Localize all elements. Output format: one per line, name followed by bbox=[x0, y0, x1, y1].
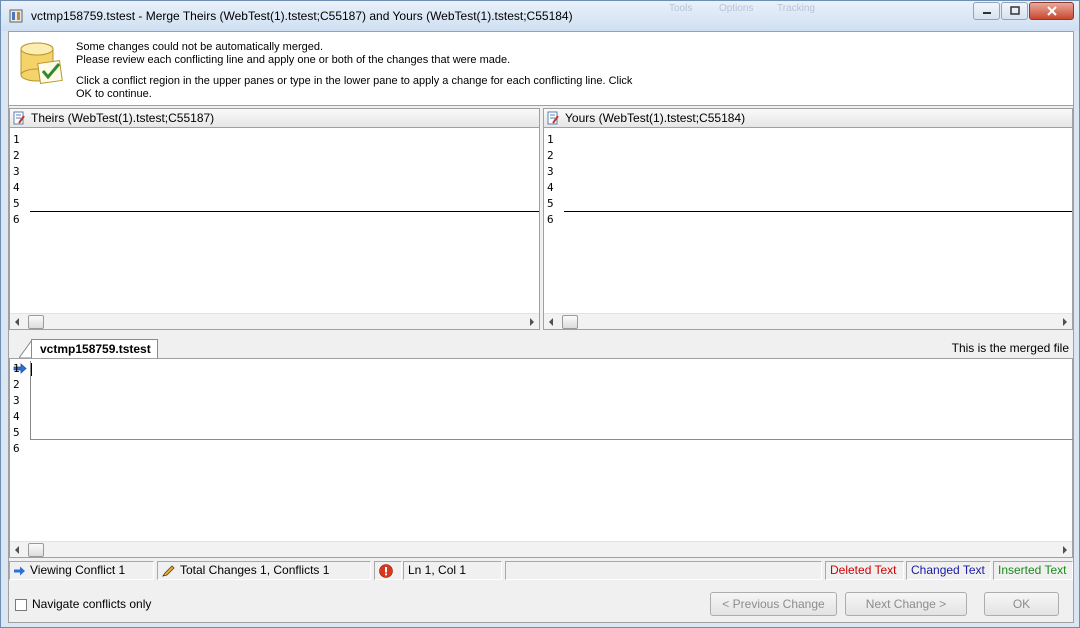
merged-horizontal-scrollbar[interactable] bbox=[10, 541, 1072, 557]
line-number: 4 bbox=[547, 181, 554, 194]
info-panel: Some changes could not be automatically … bbox=[9, 32, 1073, 106]
document-edit-icon bbox=[13, 111, 25, 125]
info-line: Click a conflict region in the upper pan… bbox=[76, 75, 633, 100]
legend-changed-text: Changed Text bbox=[911, 563, 985, 577]
legend-deleted-text: Deleted Text bbox=[830, 563, 897, 577]
legend-changed: Changed Text bbox=[906, 561, 991, 580]
conflict-marker[interactable] bbox=[30, 211, 539, 212]
app-icon bbox=[9, 9, 23, 23]
next-change-button[interactable]: Next Change > bbox=[845, 592, 967, 616]
close-button[interactable] bbox=[1029, 2, 1074, 20]
theirs-title: Theirs (WebTest(1).tstest;C55187) bbox=[31, 111, 215, 125]
scroll-left-icon[interactable] bbox=[15, 546, 19, 554]
pencil-icon bbox=[162, 565, 175, 577]
scroll-left-icon[interactable] bbox=[15, 318, 19, 326]
theirs-line-numbers: 1 2 3 4 5 6 bbox=[13, 132, 20, 228]
legend-inserted: Inserted Text bbox=[993, 561, 1073, 580]
line-number: 3 bbox=[547, 165, 554, 178]
dialog-client: Some changes could not be automatically … bbox=[8, 31, 1074, 623]
database-check-icon bbox=[20, 42, 63, 84]
line-number: 2 bbox=[13, 378, 20, 391]
info-line: Please review each conflicting line and … bbox=[76, 54, 511, 66]
merged-file-label: This is the merged file bbox=[951, 341, 1069, 355]
arrow-right-icon bbox=[14, 566, 25, 576]
maximize-button[interactable] bbox=[1001, 2, 1028, 20]
scroll-thumb[interactable] bbox=[562, 315, 578, 329]
close-icon bbox=[1046, 6, 1057, 16]
line-number: 2 bbox=[13, 149, 20, 162]
merged-line-numbers: 1 2 3 4 5 6 bbox=[13, 361, 20, 457]
info-message: Some changes could not be automatically … bbox=[76, 41, 636, 101]
conflict-region[interactable] bbox=[30, 361, 1073, 440]
scroll-left-icon[interactable] bbox=[549, 318, 553, 326]
line-number: 5 bbox=[547, 197, 554, 210]
totals-status: Total Changes 1, Conflicts 1 bbox=[157, 561, 371, 580]
previous-change-button[interactable]: < Previous Change bbox=[710, 592, 837, 616]
yours-header: Yours (WebTest(1).tstest;C55184) bbox=[544, 109, 1072, 128]
line-number: 5 bbox=[13, 426, 20, 439]
error-icon bbox=[379, 564, 393, 578]
merged-editor[interactable]: 1 2 3 4 5 6 bbox=[9, 358, 1073, 558]
background-menu-item: Options bbox=[719, 3, 754, 14]
viewing-text: Viewing Conflict 1 bbox=[30, 563, 126, 577]
line-number: 1 bbox=[13, 362, 20, 375]
navigate-conflicts-label[interactable]: Navigate conflicts only bbox=[32, 597, 151, 611]
line-number: 3 bbox=[13, 394, 20, 407]
line-number: 6 bbox=[13, 442, 20, 455]
text-caret bbox=[31, 363, 32, 376]
line-number: 1 bbox=[547, 133, 554, 146]
scroll-thumb[interactable] bbox=[28, 315, 44, 329]
maximize-icon bbox=[1009, 6, 1020, 15]
line-number: 3 bbox=[13, 165, 20, 178]
theirs-header: Theirs (WebTest(1).tstest;C55187) bbox=[10, 109, 539, 128]
window-title: vctmp158759.tstest - Merge Theirs (WebTe… bbox=[31, 9, 573, 23]
background-menu-item: Tracking bbox=[777, 3, 815, 14]
navigate-conflicts-checkbox[interactable] bbox=[15, 599, 27, 611]
theirs-pane[interactable]: Theirs (WebTest(1).tstest;C55187) 1 2 3 … bbox=[9, 108, 540, 330]
totals-text: Total Changes 1, Conflicts 1 bbox=[180, 563, 330, 577]
scroll-right-icon[interactable] bbox=[1063, 318, 1067, 326]
window-controls bbox=[972, 2, 1074, 20]
yours-line-numbers: 1 2 3 4 5 6 bbox=[547, 132, 554, 228]
line-number: 6 bbox=[547, 213, 554, 226]
minimize-icon bbox=[982, 12, 991, 14]
scroll-thumb[interactable] bbox=[28, 543, 44, 557]
ok-button[interactable]: OK bbox=[984, 592, 1059, 616]
title-bar[interactable]: vctmp158759.tstest - Merge Theirs (WebTe… bbox=[1, 1, 1079, 31]
status-bar: Viewing Conflict 1 Total Changes 1, Conf… bbox=[9, 559, 1073, 581]
legend-deleted: Deleted Text bbox=[825, 561, 904, 580]
document-edit-icon bbox=[547, 111, 559, 125]
line-number: 2 bbox=[547, 149, 554, 162]
line-number: 6 bbox=[13, 213, 20, 226]
dialog-footer: Navigate conflicts only < Previous Chang… bbox=[9, 583, 1073, 623]
status-spacer bbox=[505, 561, 822, 580]
yours-horizontal-scrollbar[interactable] bbox=[544, 313, 1072, 329]
theirs-horizontal-scrollbar[interactable] bbox=[10, 313, 539, 329]
line-number: 5 bbox=[13, 197, 20, 210]
line-number: 1 bbox=[13, 133, 20, 146]
conflict-marker[interactable] bbox=[564, 211, 1072, 212]
merged-file-tab[interactable]: vctmp158759.tstest bbox=[31, 339, 158, 358]
info-line: Some changes could not be automatically … bbox=[76, 41, 324, 53]
viewing-conflict-status: Viewing Conflict 1 bbox=[9, 561, 154, 580]
legend-inserted-text: Inserted Text bbox=[998, 563, 1067, 577]
minimize-button[interactable] bbox=[973, 2, 1000, 20]
line-number: 4 bbox=[13, 181, 20, 194]
yours-title: Yours (WebTest(1).tstest;C55184) bbox=[565, 111, 746, 125]
background-menu-item: Tools bbox=[669, 3, 693, 14]
error-status bbox=[374, 561, 402, 580]
merged-tab-strip: vctmp158759.tstest This is the merged fi… bbox=[9, 337, 1073, 359]
line-number: 4 bbox=[13, 410, 20, 423]
merge-window: vctmp158759.tstest - Merge Theirs (WebTe… bbox=[0, 0, 1080, 628]
scroll-right-icon[interactable] bbox=[530, 318, 534, 326]
yours-pane[interactable]: Yours (WebTest(1).tstest;C55184) 1 2 3 4… bbox=[543, 108, 1073, 330]
scroll-right-icon[interactable] bbox=[1063, 546, 1067, 554]
cursor-position-status: Ln 1, Col 1 bbox=[403, 561, 502, 580]
